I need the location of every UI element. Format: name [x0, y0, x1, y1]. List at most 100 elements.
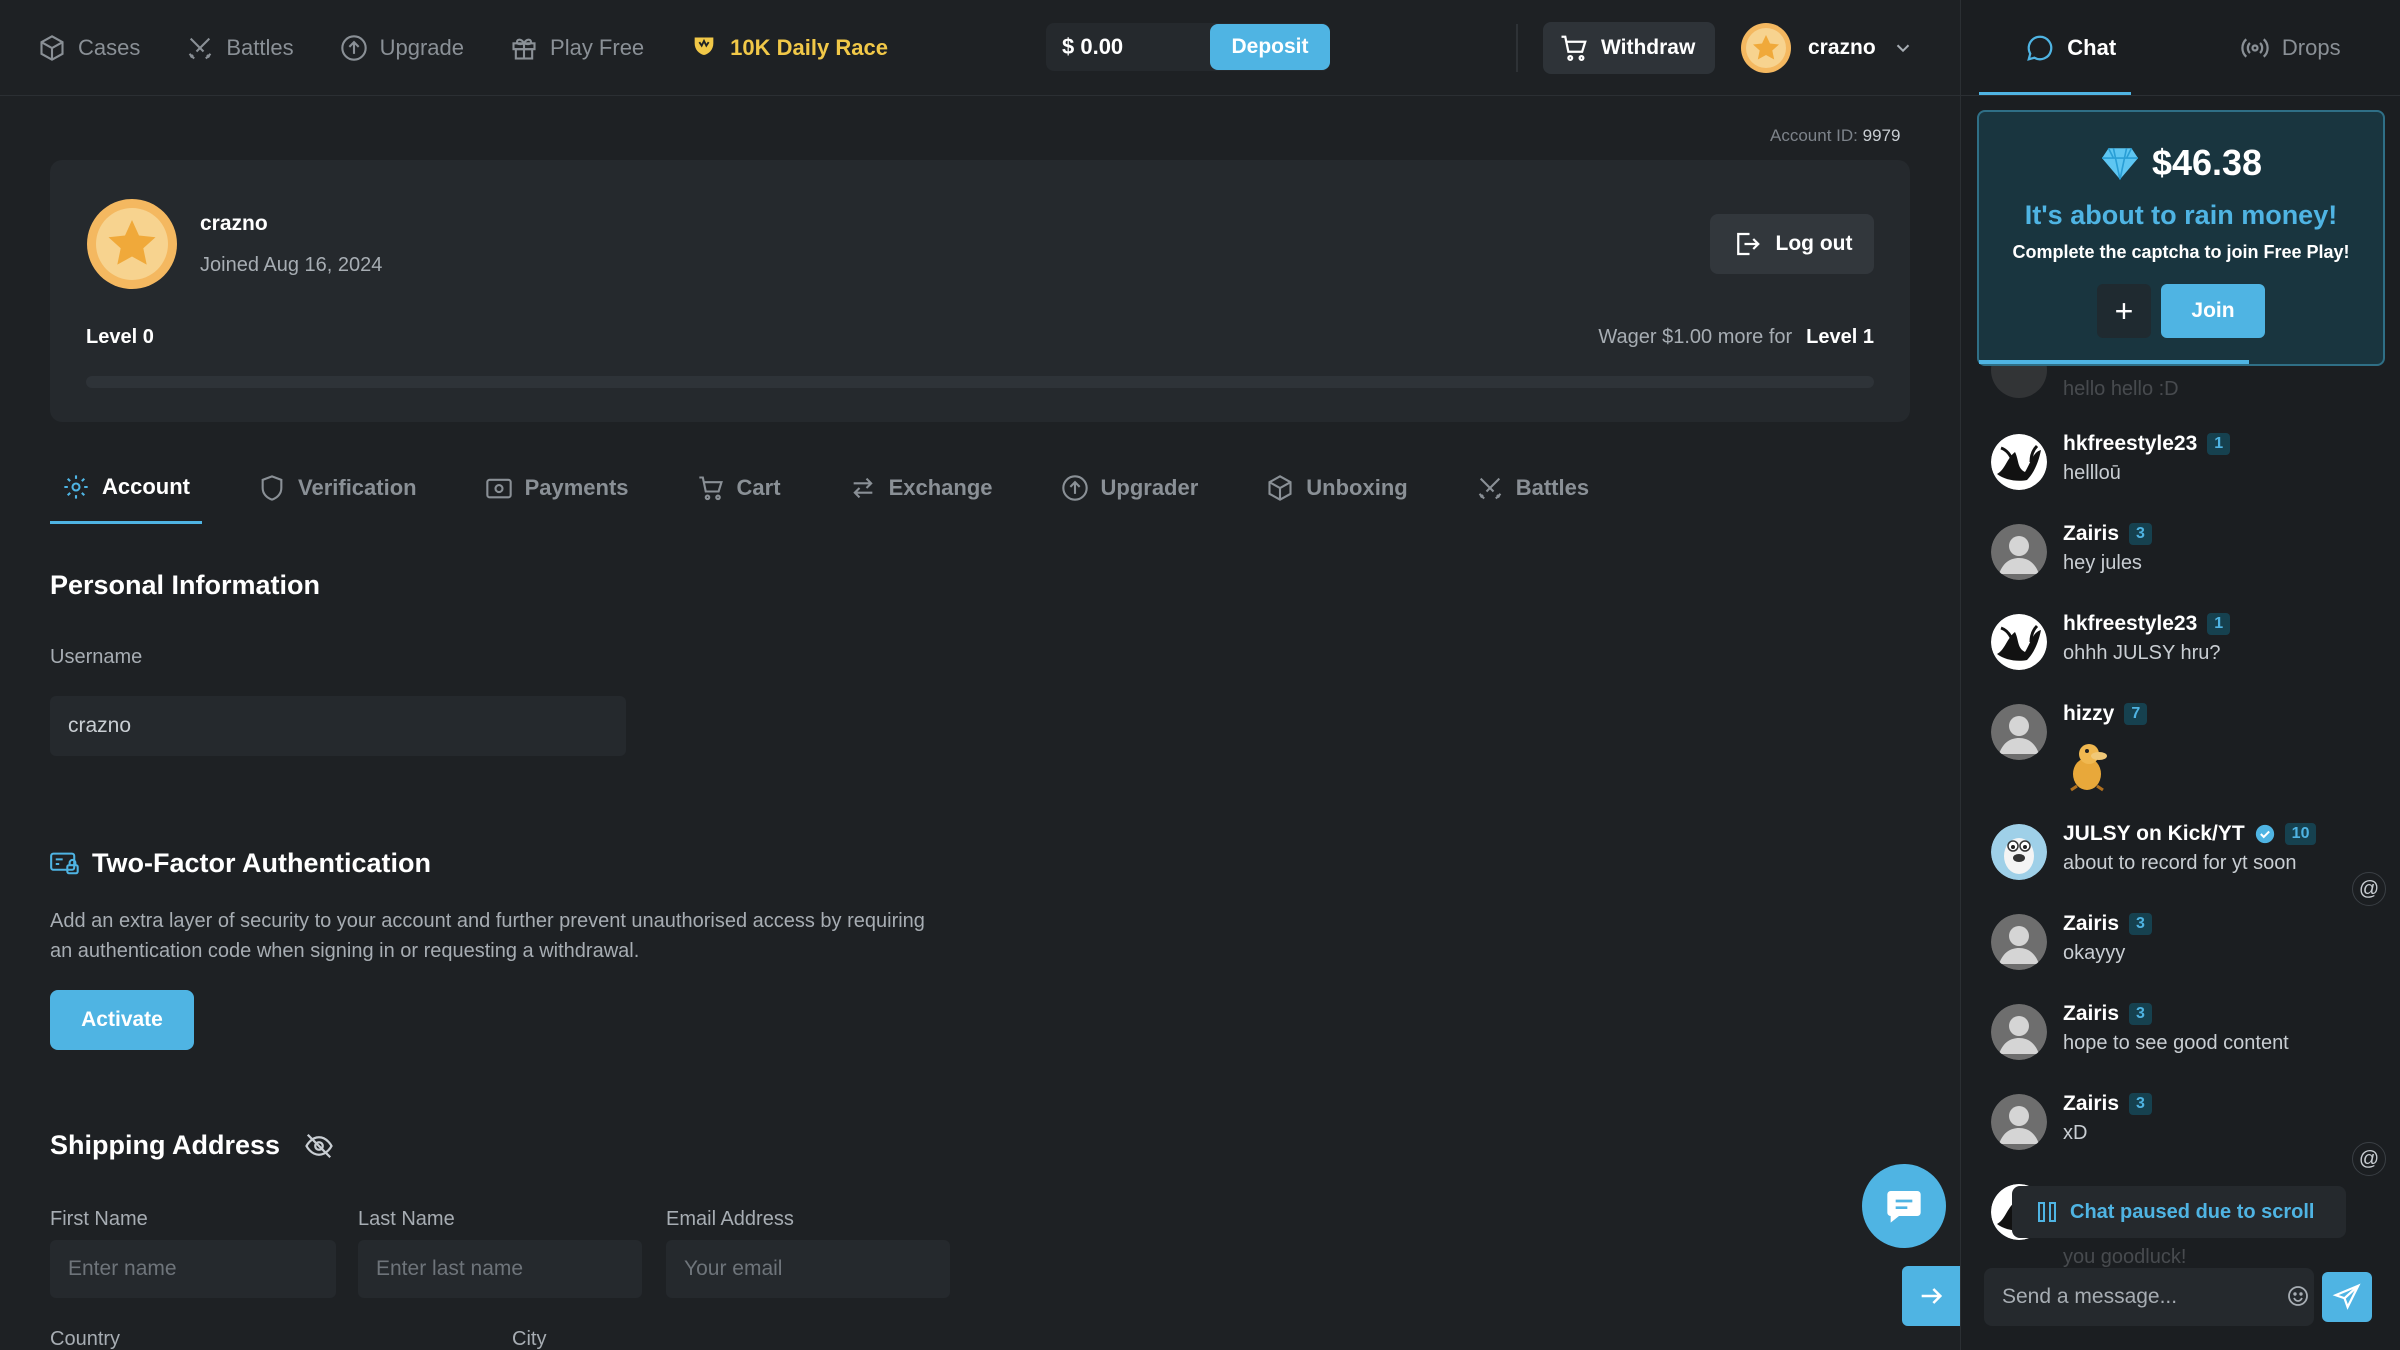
logout-button[interactable]: Log out — [1710, 214, 1874, 274]
nav-play-free-label: Play Free — [550, 35, 645, 60]
swords-icon — [189, 37, 212, 60]
tab-unboxing[interactable]: Unboxing — [1254, 452, 1419, 524]
chat-message-text: okayyy — [2063, 942, 2126, 964]
chat-username[interactable]: Zairis — [2063, 522, 2119, 546]
collapse-chat-button[interactable] — [1902, 1266, 1960, 1326]
chat-message: Zairis 3 hope to see good content — [1991, 998, 2381, 1078]
nav-cases[interactable]: Cases — [38, 34, 140, 62]
chat-message-header: hkfreestyle23 1 — [2063, 432, 2231, 456]
country-label: Country — [50, 1328, 121, 1350]
tab-verification[interactable]: Verification — [246, 452, 429, 524]
gift-icon — [512, 38, 536, 60]
tab-account[interactable]: Account — [50, 452, 202, 524]
nav-play-free[interactable]: Play Free — [510, 34, 644, 62]
chat-username[interactable]: hkfreestyle23 — [2063, 432, 2197, 456]
tab-chat-label: Chat — [2067, 34, 2117, 60]
level-badge: 3 — [2129, 1093, 2152, 1115]
rain-amount: $46.38 — [1979, 142, 2383, 184]
nav-upgrade[interactable]: Upgrade — [340, 34, 464, 62]
mention-button[interactable]: @ — [2352, 872, 2386, 906]
tab-exchange[interactable]: Exchange — [837, 452, 1005, 524]
mention-button[interactable]: @ — [2352, 1142, 2386, 1176]
chat-message-header: Zairis 3 — [2063, 912, 2152, 936]
chat-message: Zairis 3 hey jules — [1991, 518, 2381, 598]
exchange-icon — [852, 477, 873, 499]
chat-username[interactable]: JULSY on Kick/YT — [2063, 822, 2245, 846]
tab-drops-label: Drops — [2281, 34, 2341, 60]
withdraw-button[interactable]: Withdraw — [1543, 22, 1715, 74]
chat-username[interactable]: Zairis — [2063, 1092, 2119, 1116]
account-id-value: 9979 — [1862, 126, 1901, 145]
tab-payments-label: Payments — [524, 475, 629, 500]
chevron-down-icon — [1896, 44, 1909, 53]
logout-icon — [1736, 232, 1760, 256]
shield-icon — [261, 475, 283, 501]
top-navbar: Cases Battles Upgrade Play Free 10K Dail… — [0, 0, 1960, 96]
arrow-up-circle-icon — [340, 35, 367, 61]
level-badge: 3 — [2129, 523, 2152, 545]
email-field[interactable] — [666, 1240, 950, 1298]
account-id-label: Account ID: — [1770, 126, 1858, 145]
tab-verification-label: Verification — [298, 475, 417, 500]
send-message-button[interactable] — [2322, 1272, 2372, 1322]
user-menu[interactable]: crazno — [1740, 22, 1914, 74]
chat-tabs: Chat Drops — [1961, 0, 2400, 96]
chat-message-text: ohhh JULSY hru? — [2063, 642, 2221, 664]
chat-message: hkfreestyle23 1 ohhh JULSY hru? — [1991, 608, 2381, 688]
rain-plus-button[interactable]: + — [2097, 284, 2151, 338]
chat-message: hizzy 7 — [1991, 698, 2381, 808]
emoji-button[interactable] — [2286, 1284, 2310, 1308]
shipping-heading: Shipping Address — [50, 1130, 336, 1161]
pause-icon — [2038, 1202, 2056, 1222]
nav-battles[interactable]: Battles — [186, 34, 294, 62]
smiley-icon — [2288, 1286, 2308, 1306]
logout-label: Log out — [1775, 232, 1853, 255]
tab-upgrader[interactable]: Upgrader — [1049, 452, 1211, 524]
next-level: Level 1 — [1806, 326, 1874, 348]
account-id: Account ID: 9979 — [1770, 126, 1900, 146]
username-field[interactable] — [50, 696, 626, 756]
support-chat-button[interactable] — [1862, 1164, 1946, 1248]
level-badge: 3 — [2129, 913, 2152, 935]
divider — [1516, 24, 1518, 72]
rain-join-button[interactable]: Join — [2161, 284, 2265, 338]
wallet-icon — [485, 478, 512, 499]
chat-username[interactable]: Zairis — [2063, 912, 2119, 936]
tab-chat[interactable]: Chat — [1961, 0, 2181, 95]
nav-daily-race-label: 10K Daily Race — [730, 35, 888, 60]
chat-message-input[interactable] — [1984, 1268, 2314, 1326]
tab-payments[interactable]: Payments — [473, 452, 641, 524]
chat-message-text: hope to see good content — [2063, 1032, 2289, 1054]
chat-message-header: Zairis 3 — [2063, 1002, 2152, 1026]
chat-paused-banner[interactable]: Chat paused due to scroll — [2012, 1186, 2346, 1238]
nav-daily-race[interactable]: 10K Daily Race — [690, 34, 888, 62]
current-level: Level 0 — [86, 326, 154, 348]
box-icon — [1268, 475, 1292, 501]
avatar — [1991, 434, 2047, 490]
tab-drops[interactable]: Drops — [2181, 0, 2400, 95]
chat-message-text: you goodluck! — [2063, 1246, 2187, 1268]
deposit-button[interactable]: Deposit — [1210, 24, 1330, 70]
balance-value: $ 0.00 — [1062, 34, 1124, 59]
chat-username[interactable]: hkfreestyle23 — [2063, 612, 2197, 636]
activate-2fa-button[interactable]: Activate — [50, 990, 194, 1050]
last-name-field[interactable] — [358, 1240, 642, 1298]
avatar — [1991, 704, 2047, 760]
avatar — [1991, 914, 2047, 970]
chat-panel: Chat Drops hello hello :D $46.38 It's ab… — [1960, 0, 2400, 1350]
chat-username[interactable]: Zairis — [2063, 1002, 2119, 1026]
tab-battles[interactable]: Battles — [1464, 452, 1601, 524]
chat-message-text: xD — [2063, 1122, 2088, 1144]
chat-paused-label: Chat paused due to scroll — [2070, 1200, 2315, 1223]
two-factor-description: Add an extra layer of security to your a… — [50, 910, 925, 962]
avatar — [1991, 1004, 2047, 1060]
first-name-field[interactable] — [50, 1240, 336, 1298]
chat-message: hkfreestyle23 1 hellloū — [1991, 428, 2381, 508]
level-badge: 3 — [2129, 1003, 2152, 1025]
wager-text: Wager $1.00 more for — [1598, 326, 1793, 348]
emote-image — [2070, 744, 2107, 792]
tab-cart[interactable]: Cart — [685, 452, 793, 524]
eye-off-icon[interactable] — [302, 1131, 336, 1161]
username-field-label: Username — [50, 646, 143, 668]
chat-username[interactable]: hizzy — [2063, 702, 2114, 726]
